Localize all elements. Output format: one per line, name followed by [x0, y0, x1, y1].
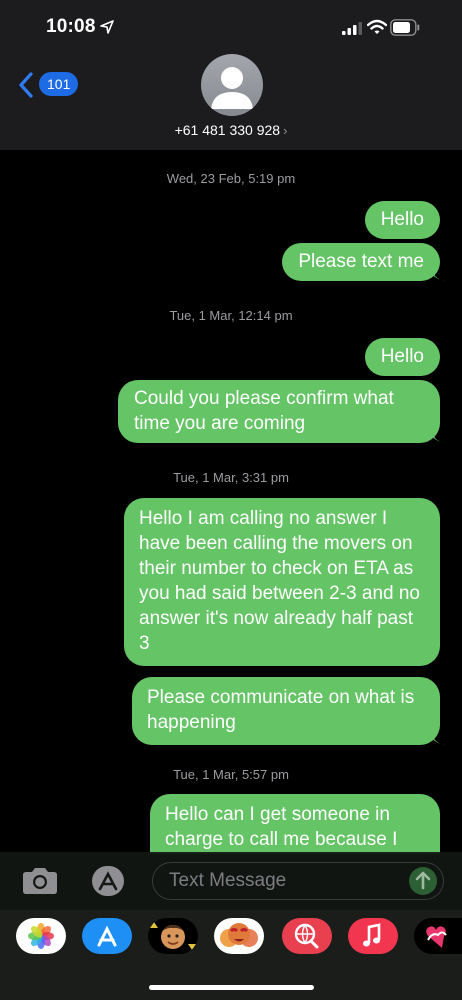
message-text: Please text me [298, 251, 424, 272]
digital-touch-app-button[interactable] [414, 918, 462, 954]
globe-search-icon [294, 923, 319, 949]
digital-touch-icon [426, 926, 447, 948]
memoji-stickers-icon [220, 923, 258, 947]
home-indicator[interactable] [149, 985, 314, 990]
unread-badge: 101 [39, 72, 79, 96]
chevron-right-icon: › [283, 123, 288, 138]
apps-button[interactable] [87, 866, 129, 896]
photos-icon [28, 923, 54, 949]
timestamp: Tue, 1 Mar, 12:14 pm [169, 308, 293, 323]
location-arrow-icon [100, 20, 114, 34]
memoji-stickers-app-button[interactable] [214, 918, 264, 954]
message-bubble[interactable]: Hello [364, 201, 440, 239]
contact-number: +61 481 330 928 [174, 122, 281, 138]
message-input-placeholder: Text Message [169, 870, 287, 891]
message-text: Hello [380, 346, 424, 367]
message-text: Hello can I get someone in charge to cal… [165, 804, 398, 850]
photos-app-button[interactable] [16, 918, 66, 954]
message-bubble[interactable]: Hello I am calling no answer I have been… [124, 498, 440, 666]
bubble-tail [431, 429, 445, 443]
timestamp: Wed, 23 Feb, 5:19 pm [166, 171, 296, 186]
avatar[interactable] [201, 54, 263, 116]
message-text: Hello I am calling no answer I have been… [139, 508, 420, 654]
battery-icon [390, 19, 420, 36]
send-button[interactable] [409, 867, 437, 895]
app-store-icon [97, 925, 117, 947]
music-app-button[interactable] [348, 918, 398, 954]
timestamp: Tue, 1 Mar, 5:57 pm [173, 767, 289, 782]
bubble-tail [431, 731, 445, 745]
timestamp: Tue, 1 Mar, 3:31 pm [173, 470, 289, 485]
music-note-icon [363, 923, 381, 947]
app-store-icon [92, 866, 124, 896]
camera-icon [23, 868, 57, 894]
contact-name[interactable]: +61 481 330 928 › [0, 122, 462, 138]
camera-button[interactable] [20, 866, 60, 896]
message-bubble[interactable]: Please text me [282, 243, 445, 281]
back-button[interactable]: 101 [18, 70, 79, 100]
person-icon [211, 67, 253, 109]
app-store-app-button[interactable] [82, 918, 132, 954]
arrow-up-icon [415, 871, 431, 890]
message-bubble[interactable]: Could you please confirm what time you a… [118, 380, 445, 443]
status-time: 10:08 [46, 16, 96, 37]
wifi-icon [367, 19, 387, 34]
message-text: Please communicate on what is happening [147, 687, 415, 733]
message-text: Hello [380, 209, 424, 230]
bubble-tail [431, 267, 445, 281]
message-bubble[interactable]: Hello [364, 338, 440, 376]
cellular-signal-icon [342, 22, 362, 35]
message-bubble[interactable]: Hello can I get someone in charge to cal… [150, 794, 440, 854]
message-input[interactable]: Text Message [152, 862, 444, 900]
status-bar: 10:08 [0, 0, 462, 56]
memoji-icon [150, 922, 196, 950]
images-app-button[interactable] [282, 918, 332, 954]
message-bubble[interactable]: Please communicate on what is happening [132, 677, 445, 745]
chevron-left-icon [19, 72, 33, 98]
message-text: Could you please confirm what time you a… [134, 388, 394, 434]
memoji-app-button[interactable] [148, 918, 198, 954]
